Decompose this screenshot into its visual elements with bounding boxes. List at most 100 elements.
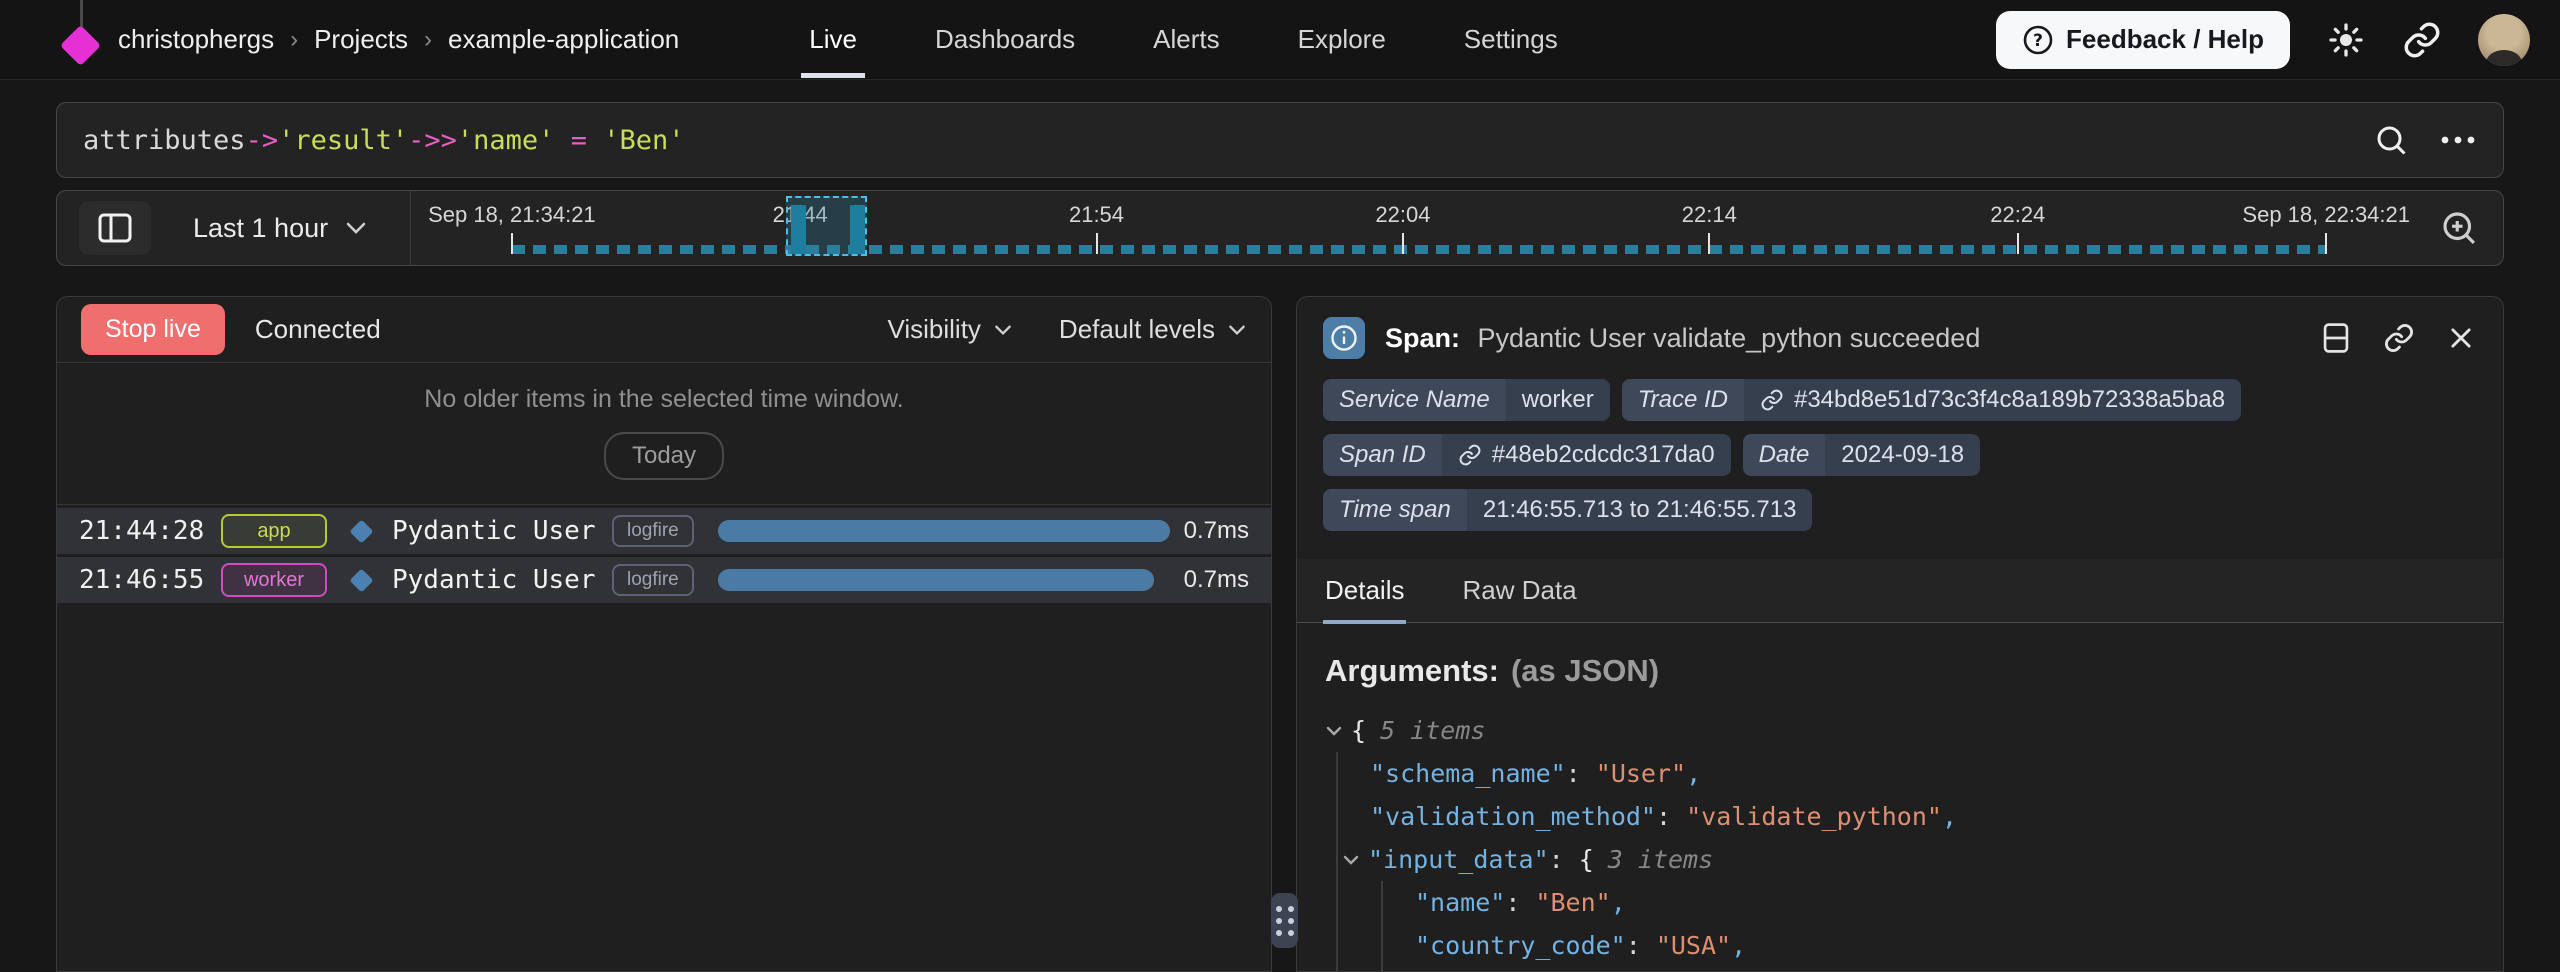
share-link-icon[interactable] bbox=[2402, 20, 2442, 60]
query-token: 'result' bbox=[278, 125, 408, 156]
feedback-help-button[interactable]: ? Feedback / Help bbox=[1996, 11, 2290, 69]
timeline-histogram-bar bbox=[791, 205, 806, 254]
close-icon[interactable] bbox=[2447, 324, 2475, 352]
query-token: -> bbox=[246, 125, 279, 156]
copy-link-icon[interactable] bbox=[2383, 322, 2415, 354]
duration-label: 0.7ms bbox=[1184, 517, 1249, 545]
theme-toggle-sun-icon[interactable] bbox=[2326, 20, 2366, 60]
scope-badge: logfire bbox=[612, 515, 694, 547]
json-comma: , bbox=[1611, 888, 1626, 917]
span-name-label: Pydantic User validate_python succeeded bbox=[1478, 323, 1981, 353]
sidebar-toggle-icon[interactable] bbox=[79, 201, 151, 255]
json-entry-input-data[interactable]: "input_data": {3 items bbox=[1342, 838, 2477, 881]
json-comma: , bbox=[1686, 759, 1701, 788]
info-icon bbox=[1323, 317, 1365, 359]
query-token: 'Ben' bbox=[603, 125, 684, 156]
collapse-chevron-icon[interactable] bbox=[1342, 853, 1360, 867]
json-brace: { bbox=[1579, 845, 1594, 874]
empty-message: No older items in the selected time wind… bbox=[57, 385, 1271, 414]
json-value: "validate_python" bbox=[1686, 802, 1942, 831]
top-nav: christophergs › Projects › example-appli… bbox=[0, 0, 2560, 80]
scope-badge: logfire bbox=[612, 564, 694, 596]
chip-label: Time span bbox=[1323, 489, 1467, 531]
chip-span-id[interactable]: Span ID #48eb2cdcdc317da0 bbox=[1323, 434, 1731, 476]
details-content: Arguments:(as JSON) {5 items "schema_nam… bbox=[1297, 623, 2503, 972]
json-value: "Ben" bbox=[1535, 888, 1610, 917]
chip-service-name: Service Name worker bbox=[1323, 379, 1610, 421]
json-root-line[interactable]: {5 items bbox=[1325, 709, 2477, 752]
json-entry: "name": "Ben", bbox=[1415, 881, 2477, 924]
more-options-icon[interactable] bbox=[2439, 134, 2477, 146]
json-key: "validation_method" bbox=[1370, 802, 1656, 831]
timeline-histogram-bar bbox=[850, 205, 865, 254]
json-items-count: 5 items bbox=[1380, 716, 1485, 745]
time-range-label: Last 1 hour bbox=[193, 213, 328, 244]
live-log-panel: Stop live Connected Visibility Default l… bbox=[56, 296, 1272, 972]
tab-details[interactable]: Details bbox=[1323, 559, 1406, 622]
nav-tabs: Live Dashboards Alerts Explore Settings bbox=[809, 0, 1557, 80]
breadcrumb-projects[interactable]: Projects bbox=[314, 24, 408, 55]
timeline-plot[interactable]: Sep 18, 21:34:2121:4421:5422:0422:1422:2… bbox=[411, 191, 2427, 265]
chip-value: worker bbox=[1506, 379, 1610, 421]
question-circle-icon: ? bbox=[2022, 24, 2054, 56]
json-colon: : bbox=[1549, 845, 1579, 874]
log-row[interactable]: 21:44:28 app Pydantic User logfire 0.7ms bbox=[57, 508, 1271, 554]
span-name: Pydantic User bbox=[392, 516, 606, 546]
nav-tab-explore[interactable]: Explore bbox=[1298, 0, 1386, 80]
timeline-baseline bbox=[512, 245, 2326, 254]
visibility-label: Visibility bbox=[887, 314, 980, 345]
logfire-logo[interactable] bbox=[56, 0, 108, 80]
nav-tab-settings[interactable]: Settings bbox=[1464, 0, 1558, 80]
visibility-dropdown[interactable]: Visibility bbox=[887, 314, 1012, 345]
logo-diamond-icon bbox=[60, 24, 101, 65]
time-range-dropdown[interactable]: Last 1 hour bbox=[193, 213, 368, 244]
split-view-icon[interactable] bbox=[2321, 321, 2351, 355]
log-timestamp: 21:44:28 bbox=[79, 516, 211, 546]
chevron-down-icon bbox=[344, 220, 368, 236]
chip-label: Date bbox=[1743, 434, 1826, 476]
json-nested-block: "name": "Ben", "country_code": "USA", "d… bbox=[1381, 881, 2477, 972]
log-row[interactable]: 21:46:55 worker Pydantic User logfire 0.… bbox=[57, 557, 1271, 603]
user-avatar[interactable] bbox=[2478, 14, 2530, 66]
chip-label: Service Name bbox=[1323, 379, 1506, 421]
nav-tab-live[interactable]: Live bbox=[809, 0, 857, 80]
query-bar[interactable]: attributes->'result'->>'name' = 'Ben' bbox=[56, 102, 2504, 178]
feedback-help-label: Feedback / Help bbox=[2066, 24, 2264, 55]
json-colon: : bbox=[1656, 802, 1686, 831]
link-icon bbox=[1458, 443, 1482, 467]
chip-value: #48eb2cdcdc317da0 bbox=[1442, 434, 1731, 476]
breadcrumb-project[interactable]: example-application bbox=[448, 24, 679, 55]
arguments-suffix: (as JSON) bbox=[1511, 653, 1659, 688]
zoom-in-icon[interactable] bbox=[2433, 207, 2485, 249]
chevron-down-icon bbox=[993, 323, 1013, 337]
connection-status: Connected bbox=[255, 314, 381, 345]
breadcrumb: christophergs › Projects › example-appli… bbox=[118, 24, 679, 55]
chip-trace-id[interactable]: Trace ID #34bd8e51d73c3f4c8a189b72338a5b… bbox=[1622, 379, 2241, 421]
breadcrumb-org[interactable]: christophergs bbox=[118, 24, 274, 55]
json-items-count: 3 items bbox=[1608, 845, 1713, 874]
query-token: = bbox=[554, 125, 603, 156]
query-token: 'name' bbox=[457, 125, 555, 156]
collapse-chevron-icon[interactable] bbox=[1325, 724, 1343, 738]
tab-raw-data[interactable]: Raw Data bbox=[1460, 559, 1578, 622]
nav-tab-alerts[interactable]: Alerts bbox=[1153, 0, 1219, 80]
log-timestamp: 21:46:55 bbox=[79, 565, 211, 595]
logo-stem bbox=[80, 0, 83, 27]
panel-resize-handle[interactable] bbox=[1271, 893, 1298, 948]
default-levels-dropdown[interactable]: Default levels bbox=[1059, 314, 1247, 345]
svg-text:?: ? bbox=[2033, 31, 2043, 51]
query-input[interactable]: attributes->'result'->>'name' = 'Ben' bbox=[83, 125, 685, 156]
duration-bar bbox=[718, 569, 1154, 591]
nav-tab-dashboards[interactable]: Dashboards bbox=[935, 0, 1075, 80]
empty-state: No older items in the selected time wind… bbox=[57, 363, 1271, 505]
span-name: Pydantic User bbox=[392, 565, 606, 595]
json-key: "schema_name" bbox=[1370, 759, 1566, 788]
json-entry: "schema_name": "User", bbox=[1370, 752, 2477, 795]
json-colon: : bbox=[1566, 759, 1596, 788]
today-button[interactable]: Today bbox=[604, 432, 724, 480]
span-id-value: #48eb2cdcdc317da0 bbox=[1492, 441, 1715, 469]
stop-live-button[interactable]: Stop live bbox=[81, 304, 225, 355]
query-token: ->> bbox=[408, 125, 457, 156]
search-icon[interactable] bbox=[2373, 122, 2409, 158]
chip-date: Date 2024-09-18 bbox=[1743, 434, 1980, 476]
